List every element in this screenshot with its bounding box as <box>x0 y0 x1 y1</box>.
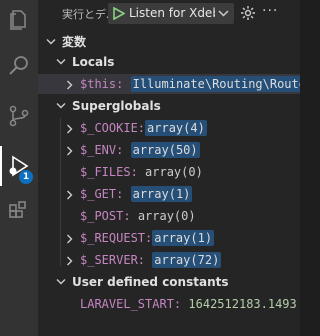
variable-name: $_REQUEST: <box>80 231 153 245</box>
variable-value: array(0) <box>145 165 203 179</box>
variable-row[interactable]: $_COOKIE: array(4) <box>38 118 300 138</box>
variable-value: array(50) <box>130 142 200 158</box>
variable-name: $_COOKIE: <box>80 121 146 135</box>
chevron-down-icon <box>46 39 56 45</box>
variable-name: $_POST: <box>80 209 131 223</box>
variable-row[interactable]: LARAVEL_START: 1642512183.1493 <box>38 294 300 314</box>
extensions-icon <box>9 201 26 218</box>
chevron-down-icon <box>56 103 66 109</box>
activity-bar: 1 <box>0 0 38 336</box>
view-title: 実行とデバッグ <box>62 8 108 21</box>
explorer-icon <box>10 10 26 30</box>
chevron-right-icon[interactable] <box>66 80 74 90</box>
chevron-right-icon[interactable] <box>66 124 74 134</box>
variable-value: array(72) <box>152 252 222 268</box>
scope-superglobals[interactable]: Superglobals <box>38 96 300 116</box>
debug-toolbar: 実行とデバッグ Listen for Xdebug ··· <box>38 0 300 28</box>
search-icon <box>9 56 28 75</box>
variable-value: Illuminate\Routing\Route <box>130 76 300 92</box>
chevron-right-icon[interactable] <box>66 190 74 200</box>
variables-section-header[interactable]: 変数 <box>38 32 300 52</box>
chevron-right-icon[interactable] <box>66 146 74 156</box>
debug-config-select[interactable]: Listen for Xdebug <box>108 3 234 24</box>
more-actions-button[interactable]: ··· <box>262 4 278 18</box>
debug-badge: 1 <box>19 170 33 184</box>
scope-label: User defined constants <box>72 275 229 289</box>
variable-row[interactable]: $_ENV: array(50) <box>38 140 300 160</box>
scope-label: Locals <box>72 55 115 69</box>
variable-value: array(4) <box>145 120 207 136</box>
chevron-right-icon[interactable] <box>66 256 74 266</box>
chevron-down-icon <box>56 59 66 65</box>
variable-name: $_FILES: <box>80 165 138 179</box>
chevron-down-icon <box>56 279 66 285</box>
variable-value: array(0) <box>137 209 196 223</box>
debug-config-name: Listen for Xdebug <box>129 6 215 20</box>
variable-name: $_GET: <box>80 187 124 201</box>
variable-row[interactable]: $_REQUEST: array(1) <box>38 228 300 248</box>
variable-row[interactable]: $_FILES: array(0) <box>38 162 300 182</box>
play-icon[interactable] <box>112 7 125 20</box>
source-control-icon <box>9 105 29 127</box>
variable-name: $this: <box>80 77 124 91</box>
variable-value: 1642512183.1493 <box>188 297 297 311</box>
variable-name: $_ENV: <box>80 143 124 157</box>
variable-value: array(1) <box>152 230 215 246</box>
variables-header-label: 変数 <box>62 35 87 49</box>
variable-row[interactable]: $_POST: array(0) <box>38 206 300 226</box>
activity-explorer[interactable] <box>0 0 38 40</box>
variable-name: $_SERVER: <box>80 253 146 267</box>
variable-value: array(1) <box>130 186 193 202</box>
variable-row[interactable]: $this: Illuminate\Routing\Route <box>38 74 300 94</box>
gear-icon[interactable] <box>240 5 256 21</box>
scope-label: Superglobals <box>72 99 161 113</box>
variable-name: LARAVEL_START: <box>80 297 182 311</box>
scope-locals[interactable]: Locals <box>38 52 300 72</box>
scope-user-constants[interactable]: User defined constants <box>38 272 300 292</box>
chevron-down-icon[interactable] <box>218 9 229 18</box>
variable-row[interactable]: $_GET: array(1) <box>38 184 300 204</box>
variable-row[interactable]: $_SERVER: array(72) <box>38 250 300 270</box>
chevron-right-icon[interactable] <box>66 234 74 244</box>
activity-run-debug[interactable]: 1 <box>0 146 38 186</box>
activity-extensions[interactable] <box>0 192 38 232</box>
activity-source-control[interactable] <box>0 96 38 136</box>
activity-search[interactable] <box>0 46 38 86</box>
